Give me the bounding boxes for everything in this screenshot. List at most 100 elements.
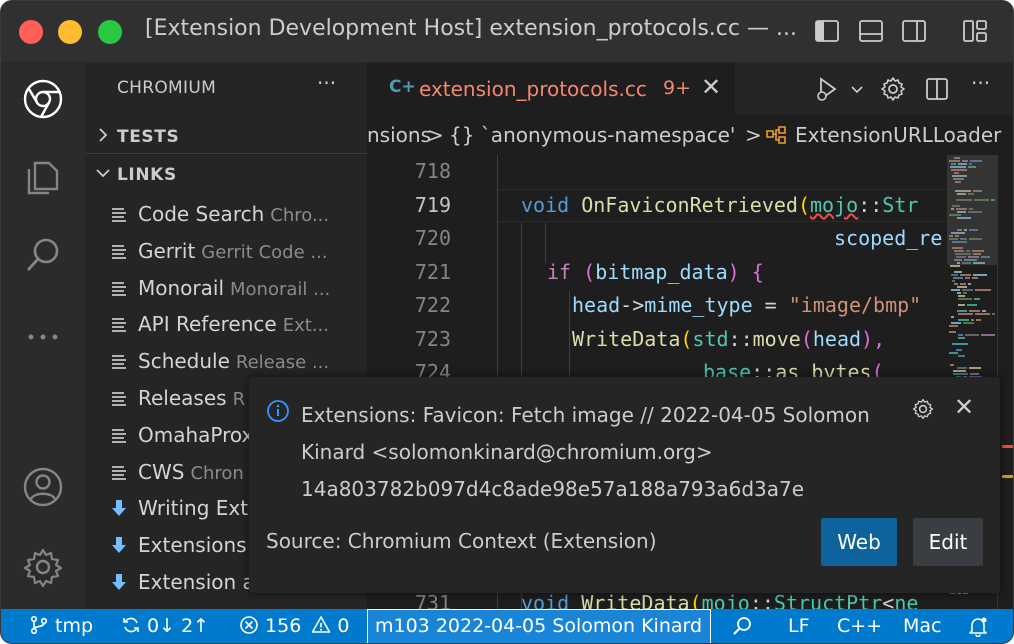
minimap-line xyxy=(963,292,967,294)
sync-status[interactable]: 0↓ 2↑ xyxy=(121,615,209,637)
accounts-icon[interactable] xyxy=(21,465,65,509)
minimap-line xyxy=(953,277,963,279)
list-item[interactable]: Monorail Monorail ... xyxy=(85,271,367,307)
editor-gear-icon[interactable] xyxy=(879,75,907,103)
activity-bar xyxy=(1,63,85,609)
document-icon xyxy=(110,205,128,225)
minimap-line xyxy=(970,373,979,375)
minimap-line xyxy=(954,283,958,285)
minimap-line xyxy=(965,277,970,279)
more-views-icon[interactable] xyxy=(21,315,65,359)
run-dropdown-chevron-icon[interactable] xyxy=(843,75,863,103)
toggle-primary-sidebar-icon[interactable] xyxy=(813,17,841,45)
language-mode-status[interactable]: C++ xyxy=(837,615,882,637)
notification-close-icon[interactable]: ✕ xyxy=(954,393,974,421)
minimap-line xyxy=(960,274,971,276)
edit-button[interactable]: Edit xyxy=(913,518,983,566)
list-item-label: Schedule xyxy=(138,349,230,374)
close-window-button[interactable] xyxy=(19,20,43,44)
minimap-line xyxy=(952,343,968,345)
list-item[interactable]: API Reference Ext... xyxy=(85,307,367,343)
minimap-line xyxy=(962,289,973,291)
platform-status[interactable]: Mac xyxy=(903,615,941,637)
code-text: void WriteData(mojo::StructPtr<ne xyxy=(521,591,919,609)
code-line: 723 WriteData(std::move(head), xyxy=(367,323,947,356)
toggle-secondary-sidebar-icon[interactable] xyxy=(900,17,928,45)
minimap-line xyxy=(957,292,961,294)
breadcrumb-class[interactable]: ExtensionURLLoader xyxy=(795,123,1001,147)
minimap-line xyxy=(953,370,966,372)
breadcrumb-namespace[interactable]: {} `anonymous-namespace' xyxy=(449,123,735,147)
minimize-window-button[interactable] xyxy=(58,20,82,44)
minimap-line xyxy=(958,337,965,339)
tab-close-icon[interactable]: ✕ xyxy=(701,73,721,101)
minimap-line xyxy=(949,352,958,354)
tab-problem-count: 9+ xyxy=(663,77,692,99)
customize-layout-icon[interactable] xyxy=(961,17,989,45)
line-number: 731 xyxy=(414,591,451,609)
explorer-files-icon[interactable] xyxy=(21,155,65,199)
document-icon xyxy=(110,315,128,335)
section-links[interactable]: LINKS xyxy=(85,157,367,193)
line-number: 720 xyxy=(414,226,451,250)
notifications-bell-icon[interactable] xyxy=(967,615,989,639)
section-tests[interactable]: TESTS xyxy=(85,119,367,155)
tab-extension-protocols[interactable]: C+ extension_protocols.cc 9+ ✕ xyxy=(367,63,735,115)
zoom-window-button[interactable] xyxy=(98,20,122,44)
git-blame-status[interactable]: m103 2022-04-05 Solomon Kinard xyxy=(367,609,711,643)
manage-gear-icon[interactable] xyxy=(21,545,65,589)
title-bar: [Extension Development Host] extension_p… xyxy=(1,1,1013,63)
minimap-line xyxy=(975,313,990,315)
list-item[interactable]: Schedule Release ... xyxy=(85,344,367,380)
line-number: 718 xyxy=(414,159,451,183)
code-text: scoped_re xyxy=(834,226,943,250)
list-item[interactable]: Code Search Chro... xyxy=(85,197,367,233)
web-button[interactable]: Web xyxy=(821,518,897,566)
list-item-description: Chro... xyxy=(270,205,330,226)
document-icon xyxy=(110,463,128,483)
scrollbar-error-marker xyxy=(1002,445,1013,448)
download-icon xyxy=(110,536,128,556)
eol-status[interactable]: LF xyxy=(788,615,810,637)
notification-source: Source: Chromium Context (Extension) xyxy=(266,529,657,553)
minimap-line xyxy=(969,310,980,312)
run-debug-icon[interactable] xyxy=(813,75,841,103)
minimap-viewport[interactable] xyxy=(947,155,997,265)
list-item[interactable]: Gerrit Gerrit Code ... xyxy=(85,234,367,270)
branch-status[interactable]: tmp xyxy=(29,615,93,637)
list-item-label: Extension a xyxy=(138,570,255,594)
search-icon[interactable] xyxy=(21,233,65,277)
minimap-line xyxy=(972,277,978,279)
scrollbar-warning-marker xyxy=(1002,475,1013,478)
minimap-line xyxy=(954,271,962,273)
sidebar-title: CHROMIUM xyxy=(117,78,217,98)
cpp-file-icon: C+ xyxy=(389,77,416,97)
minimap-line xyxy=(949,331,956,333)
minimap-line xyxy=(967,304,977,306)
chromium-icon[interactable] xyxy=(21,77,65,121)
editor-more-actions-icon[interactable]: ··· xyxy=(971,71,999,99)
notification-settings-gear-icon[interactable] xyxy=(911,397,935,421)
warning-count: 0 xyxy=(337,615,350,637)
search-status-icon[interactable] xyxy=(731,615,753,639)
split-editor-icon[interactable] xyxy=(923,75,951,103)
document-icon xyxy=(110,242,128,262)
problems-status[interactable]: 156 0 xyxy=(239,615,350,637)
minimap-line xyxy=(958,355,965,357)
document-icon xyxy=(110,389,128,409)
sidebar-more-actions-icon[interactable]: ··· xyxy=(317,71,336,95)
minimap-line xyxy=(950,265,960,267)
list-item-label: Monorail xyxy=(138,275,224,300)
toggle-panel-icon[interactable] xyxy=(857,17,885,45)
code-text: head->mime_type = "image/bmp" xyxy=(572,293,922,317)
list-item-label: Extensions xyxy=(138,533,247,558)
list-item-label: OmahaProx xyxy=(138,422,254,447)
minimap-line xyxy=(973,274,987,276)
branch-name: tmp xyxy=(55,615,94,637)
breadcrumb: nsions > {} `anonymous-namespace' > Exte… xyxy=(367,115,1013,155)
list-item-text: API Reference Ext... xyxy=(138,312,338,336)
minimap-line xyxy=(958,334,963,336)
minimap-line xyxy=(957,367,967,369)
section-tests-label: TESTS xyxy=(117,127,180,147)
breadcrumb-folder[interactable]: nsions xyxy=(367,123,431,147)
